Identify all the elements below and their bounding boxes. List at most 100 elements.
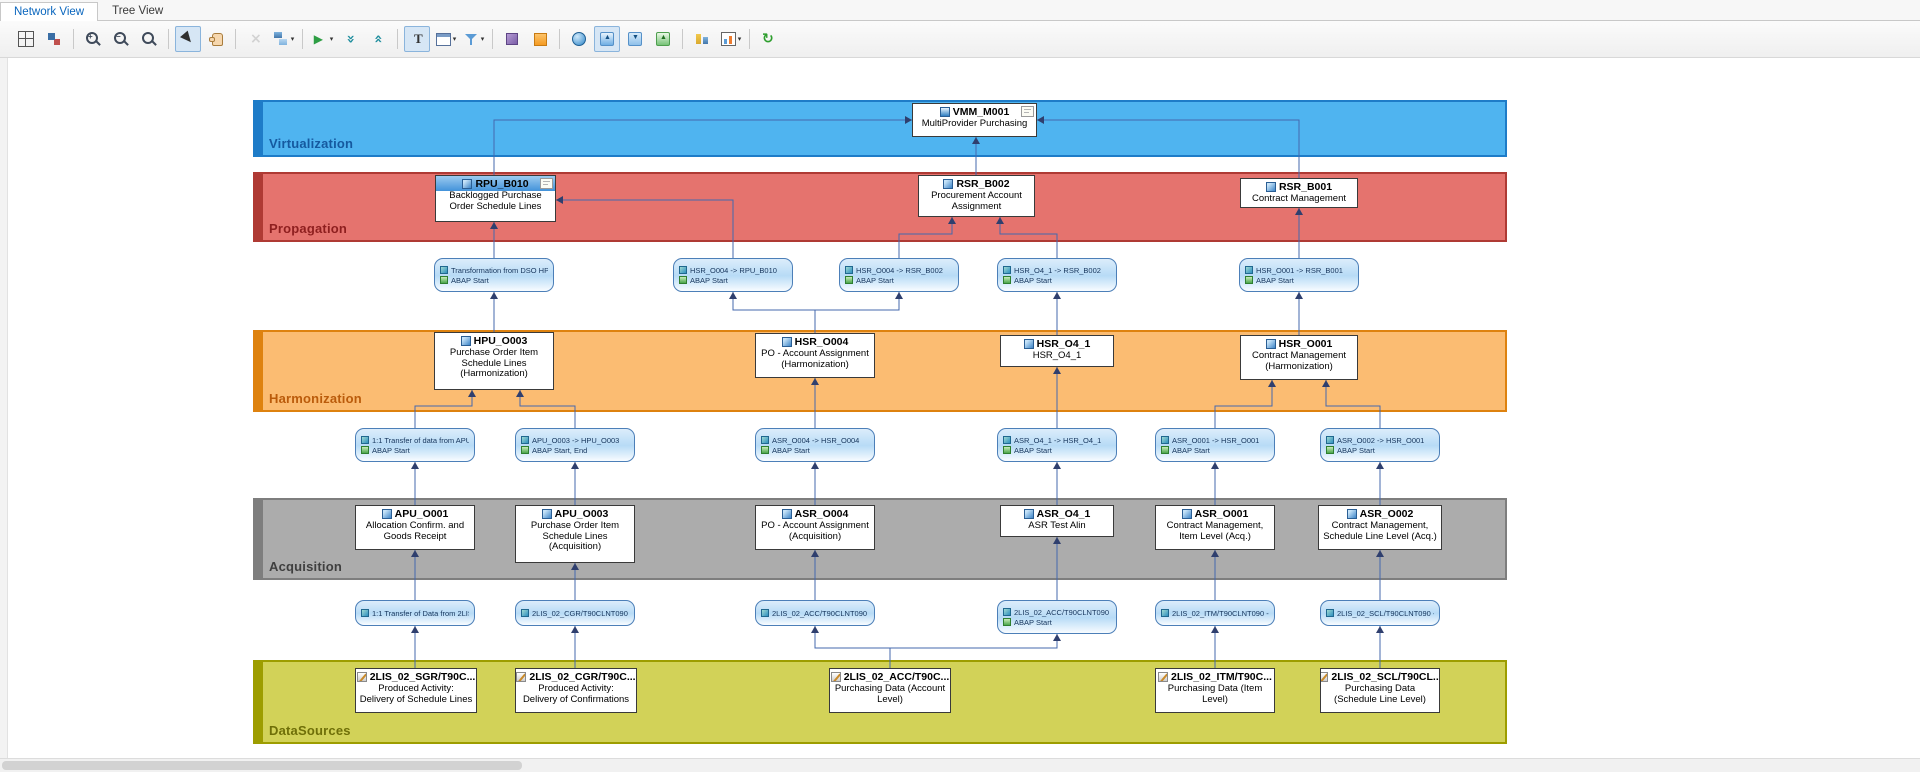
node-DS_ITM[interactable]: 2LIS_02_ITM/T90C...Purchasing Data (Item… bbox=[1155, 668, 1275, 713]
node-HSR_O004[interactable]: HSR_O004PO - Account Assignment(Harmoniz… bbox=[755, 333, 875, 378]
transformation-node[interactable]: 2LIS_02_SCL/T90CLNT090 ->... bbox=[1320, 600, 1440, 626]
transformation-node[interactable]: HSR_O4_1 -> RSR_B002ABAP Start bbox=[997, 258, 1117, 292]
select-cursor-icon[interactable] bbox=[175, 26, 201, 52]
dropdown-arrow-icon[interactable]: ▾ bbox=[738, 35, 742, 43]
node-description-line: ASR Test Alin bbox=[1001, 521, 1113, 532]
filter-icon[interactable]: ▾ bbox=[460, 26, 486, 52]
node-VMM_M001[interactable]: VMM_M001MultiProvider Purchasing bbox=[912, 103, 1037, 137]
node-HPU_O003[interactable]: HPU_O003Purchase Order ItemSchedule Line… bbox=[434, 332, 554, 390]
transformation-title-row: Transformation from DSO HP... bbox=[440, 266, 548, 275]
note-icon[interactable] bbox=[1021, 106, 1034, 117]
tab-network-view[interactable]: Network View bbox=[0, 2, 98, 21]
toolbar-separator bbox=[749, 29, 750, 49]
node-APU_O003[interactable]: APU_O003Purchase Order ItemSchedule Line… bbox=[515, 505, 635, 563]
zoom-select-icon[interactable] bbox=[136, 26, 162, 52]
node-description-line: MultiProvider Purchasing bbox=[913, 119, 1036, 130]
transformation-node[interactable]: HSR_O001 -> RSR_B001ABAP Start bbox=[1239, 258, 1359, 292]
transformation-node[interactable]: 1:1 Transfer of Data from 2LIS... bbox=[355, 600, 475, 626]
node-description-line: (Harmonization) bbox=[1241, 362, 1357, 373]
chart-view-icon[interactable]: ▾ bbox=[717, 26, 743, 52]
fit-layout-icon[interactable] bbox=[13, 26, 39, 52]
transformation-node[interactable]: ASR_O001 -> HSR_O001ABAP Start bbox=[1155, 428, 1275, 462]
key-figure-icon[interactable] bbox=[689, 26, 715, 52]
table-view-icon[interactable]: ▾ bbox=[432, 26, 458, 52]
node-APU_O001[interactable]: APU_O001Allocation Confirm. andGoods Rec… bbox=[355, 505, 475, 550]
node-ASR_O4_1[interactable]: ASR_O4_1ASR Test Alin bbox=[1000, 505, 1114, 537]
expand-all-icon[interactable] bbox=[365, 26, 391, 52]
node-DS_CGR[interactable]: 2LIS_02_CGR/T90C...Produced Activity:Del… bbox=[515, 668, 637, 713]
abap-routine-icon bbox=[1161, 446, 1169, 454]
transformation-node[interactable]: ASR_O004 -> HSR_O004ABAP Start bbox=[755, 428, 875, 462]
network-diagram-canvas[interactable]: VirtualizationPropagationHarmonizationAc… bbox=[0, 0, 1920, 772]
transformation-node[interactable]: 1:1 Transfer of data from APU...ABAP Sta… bbox=[355, 428, 475, 462]
transformation-node[interactable]: 2LIS_02_ITM/T90CLNT090 ->... bbox=[1155, 600, 1275, 626]
node-ASR_O004[interactable]: ASR_O004PO - Account Assignment(Acquisit… bbox=[755, 505, 875, 550]
zoom-in-icon[interactable]: + bbox=[80, 26, 106, 52]
node-ASR_O001[interactable]: ASR_O001Contract Management,Item Level (… bbox=[1155, 505, 1275, 550]
node-description-line: Purchasing Data bbox=[1321, 684, 1439, 695]
transformation-node[interactable]: ASR_O4_1 -> HSR_O4_1ABAP Start bbox=[997, 428, 1117, 462]
node-name: 2LIS_02_CGR/T90C... bbox=[529, 671, 635, 683]
band-label-harmonization: Harmonization bbox=[269, 391, 362, 406]
node-description-line: PO - Account Assignment bbox=[756, 521, 874, 532]
node-title: VMM_M001 bbox=[913, 104, 1036, 119]
delete-icon[interactable] bbox=[242, 26, 268, 52]
select-cursor-icon-glyph bbox=[179, 30, 197, 48]
dataflow-view-icon[interactable] bbox=[594, 26, 620, 52]
note-icon[interactable] bbox=[540, 178, 553, 189]
scrollbar-thumb[interactable] bbox=[2, 761, 522, 770]
node-title: 2LIS_02_ACC/T90C... bbox=[830, 669, 950, 684]
transformation-node[interactable]: HSR_O004 -> RPU_B010ABAP Start bbox=[673, 258, 793, 292]
routine-label: ABAP Start bbox=[856, 276, 894, 285]
zoom-out-icon[interactable]: − bbox=[108, 26, 134, 52]
connection-line bbox=[729, 292, 815, 333]
dropdown-arrow-icon[interactable]: ▾ bbox=[330, 35, 334, 43]
node-DS_SCL[interactable]: 2LIS_02_SCL/T90CL...Purchasing Data(Sche… bbox=[1320, 668, 1440, 713]
transformation-title-row: ASR_O001 -> HSR_O001 bbox=[1161, 436, 1269, 445]
arrowhead bbox=[1376, 462, 1384, 469]
datasource-icon bbox=[1158, 672, 1168, 682]
refresh-icon[interactable] bbox=[756, 26, 782, 52]
transformation-node[interactable]: Transformation from DSO HP...ABAP Start bbox=[434, 258, 554, 292]
routine-label: ABAP Start bbox=[1014, 618, 1052, 627]
collapse-all-icon[interactable] bbox=[337, 26, 363, 52]
package-icon[interactable] bbox=[499, 26, 525, 52]
navigate-icon[interactable]: ▾ bbox=[309, 26, 335, 52]
upstream-view-icon[interactable] bbox=[622, 26, 648, 52]
globe-view-icon-glyph bbox=[570, 30, 588, 48]
transformation-title-row: HSR_O4_1 -> RSR_B002 bbox=[1003, 266, 1111, 275]
dropdown-arrow-icon[interactable]: ▾ bbox=[481, 35, 485, 43]
transformation-node[interactable]: 2LIS_02_CGR/T90CLNT090 ->... bbox=[515, 600, 635, 626]
node-ASR_O002[interactable]: ASR_O002Contract Management,Schedule Lin… bbox=[1318, 505, 1442, 550]
tab-tree-view[interactable]: Tree View bbox=[98, 1, 177, 20]
node-description-line: Backlogged Purchase bbox=[436, 191, 555, 202]
transformation-node[interactable]: APU_O003 -> HPU_O003ABAP Start, End bbox=[515, 428, 635, 462]
node-RPU_B010[interactable]: RPU_B010Backlogged PurchaseOrder Schedul… bbox=[435, 175, 556, 222]
globe-view-icon[interactable] bbox=[566, 26, 592, 52]
app-window: VirtualizationPropagationHarmonizationAc… bbox=[0, 0, 1920, 772]
node-RSR_B001[interactable]: RSR_B001Contract Management bbox=[1240, 178, 1358, 208]
note-icon[interactable] bbox=[527, 26, 553, 52]
dropdown-arrow-icon[interactable]: ▾ bbox=[291, 35, 295, 43]
pin-layout-icon[interactable] bbox=[41, 26, 67, 52]
node-HSR_O001[interactable]: HSR_O001Contract Management(Harmonizatio… bbox=[1240, 335, 1358, 380]
transformation-node[interactable]: 2LIS_02_ACC/T90CLNT090 ->...ABAP Start bbox=[997, 600, 1117, 634]
pan-hand-icon[interactable] bbox=[203, 26, 229, 52]
node-HSR_O4_1[interactable]: HSR_O4_1HSR_O4_1 bbox=[1000, 335, 1114, 367]
insert-node-icon[interactable]: ▾ bbox=[270, 26, 296, 52]
node-description-line: Contract Management, bbox=[1156, 521, 1274, 532]
text-tool-icon[interactable] bbox=[404, 26, 430, 52]
transformation-node[interactable]: HSR_O004 -> RSR_B002ABAP Start bbox=[839, 258, 959, 292]
zoom-in-icon-glyph: + bbox=[84, 30, 102, 48]
network-view-icon[interactable] bbox=[650, 26, 676, 52]
transformation-node[interactable]: ASR_O002 -> HSR_O001ABAP Start bbox=[1320, 428, 1440, 462]
horizontal-scrollbar[interactable] bbox=[0, 758, 1920, 772]
node-DS_ACC[interactable]: 2LIS_02_ACC/T90C...Purchasing Data (Acco… bbox=[829, 668, 951, 713]
transformation-name: 2LIS_02_ITM/T90CLNT090 ->... bbox=[1172, 609, 1269, 618]
node-DS_SGR[interactable]: 2LIS_02_SGR/T90C...Produced Activity:Del… bbox=[355, 668, 477, 713]
node-RSR_B002[interactable]: RSR_B002Procurement AccountAssignment bbox=[918, 175, 1035, 217]
dropdown-arrow-icon[interactable]: ▾ bbox=[453, 35, 457, 43]
transformation-node[interactable]: 2LIS_02_ACC/T90CLNT090 ->... bbox=[755, 600, 875, 626]
node-description-line: Schedule Lines bbox=[435, 359, 553, 370]
node-description-line: Purchase Order Item bbox=[435, 348, 553, 359]
